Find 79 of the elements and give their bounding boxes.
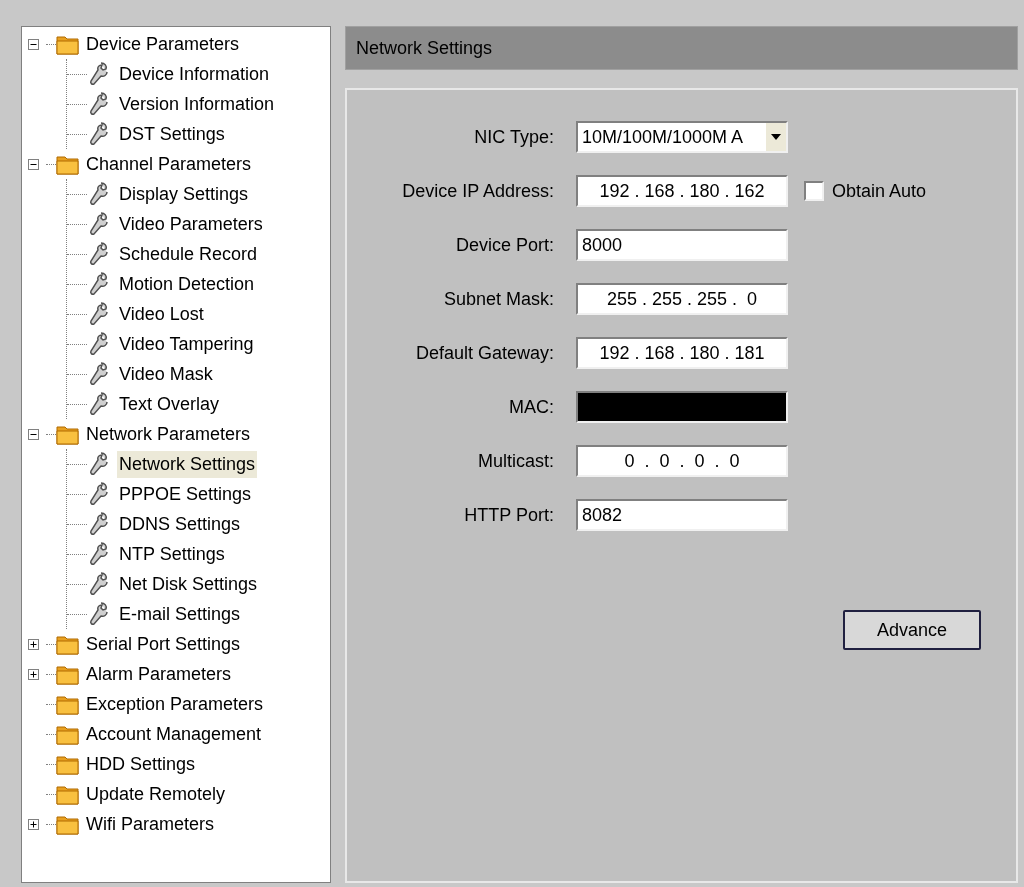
folder-icon [56, 783, 80, 805]
input-field[interactable]: 8082 [576, 499, 788, 531]
input-field[interactable]: 8000 [576, 229, 788, 261]
tree-item[interactable]: NTP Settings [117, 540, 227, 568]
wrench-icon [87, 62, 109, 86]
field-label: HTTP Port: [463, 503, 554, 527]
folder-icon [56, 693, 80, 715]
tree-folder[interactable]: Device Parameters [86, 30, 240, 58]
wrench-icon [87, 182, 109, 206]
collapse-toggle[interactable] [28, 38, 39, 50]
field-label: NIC Type: [473, 125, 554, 149]
wrench-icon [87, 212, 109, 236]
tree-item[interactable]: Video Mask [117, 360, 215, 388]
ip-address-field[interactable]: 0 . 0 . 0 . 0 [576, 445, 788, 477]
wrench-icon [87, 572, 109, 596]
folder-icon [56, 723, 80, 745]
wrench-icon [87, 92, 109, 116]
tree-item[interactable]: DDNS Settings [117, 510, 243, 538]
tree-item[interactable]: Text Overlay [117, 390, 222, 418]
folder-icon [56, 423, 80, 445]
checkbox[interactable] [804, 181, 824, 201]
field-label: Default Gateway: [414, 341, 554, 365]
folder-icon [56, 663, 80, 685]
field-label: Device Port: [454, 233, 554, 257]
tree-item[interactable]: Device Information [117, 60, 272, 88]
tree-item[interactable]: PPPOE Settings [117, 480, 254, 508]
expand-toggle[interactable] [28, 668, 39, 680]
tree-folder[interactable]: Alarm Parameters [86, 660, 232, 688]
wrench-icon [87, 452, 109, 476]
tree-item[interactable]: Network Settings [117, 450, 258, 478]
tree-item[interactable]: Video Lost [117, 300, 206, 328]
expand-toggle[interactable] [28, 818, 39, 830]
wrench-icon [87, 362, 109, 386]
folder-icon [56, 633, 80, 655]
tree-folder[interactable]: Network Parameters [86, 420, 251, 448]
tree-item[interactable]: E-mail Settings [117, 600, 243, 628]
tree-item[interactable]: Schedule Record [117, 240, 260, 268]
collapse-toggle[interactable] [28, 158, 39, 170]
nic-type-dropdown[interactable]: 10M/100M/1000M A [576, 121, 788, 153]
wrench-icon [87, 242, 109, 266]
field-label: Device IP Address: [401, 179, 554, 203]
wrench-icon [87, 302, 109, 326]
ip-address-field[interactable]: 192 . 168 . 180 . 181 [576, 337, 788, 369]
wrench-icon [87, 392, 109, 416]
tree-item[interactable]: Motion Detection [117, 270, 257, 298]
collapse-toggle[interactable] [28, 428, 39, 440]
wrench-icon [87, 602, 109, 626]
tree-item[interactable]: Version Information [117, 90, 277, 118]
tree-folder[interactable]: HDD Settings [86, 750, 196, 778]
tree-folder[interactable]: Update Remotely [86, 780, 226, 808]
folder-icon [56, 33, 80, 55]
field-label: Subnet Mask: [442, 287, 554, 311]
field-label: MAC: [508, 395, 554, 419]
folder-icon [56, 753, 80, 775]
wrench-icon [87, 272, 109, 296]
wrench-icon [87, 332, 109, 356]
wrench-icon [87, 482, 109, 506]
ip-address-field[interactable]: 255 . 255 . 255 . 0 [576, 283, 788, 315]
folder-icon [56, 813, 80, 835]
wrench-icon [87, 542, 109, 566]
tree-item[interactable]: DST Settings [117, 120, 227, 148]
wrench-icon [87, 512, 109, 536]
field-label: Multicast: [476, 449, 554, 473]
tree-item[interactable]: Video Tampering [117, 330, 256, 358]
tree-folder[interactable]: Account Management [86, 720, 262, 748]
checkbox-label: Obtain Auto [832, 179, 927, 203]
advance-button[interactable]: Advance [843, 610, 981, 650]
tree-item[interactable]: Net Disk Settings [117, 570, 260, 598]
tree-item[interactable]: Display Settings [117, 180, 251, 208]
tree-item[interactable]: Video Parameters [117, 210, 265, 238]
expand-toggle[interactable] [28, 638, 39, 650]
wrench-icon [87, 122, 109, 146]
ip-address-field[interactable]: 192 . 168 . 180 . 162 [576, 175, 788, 207]
tree-folder[interactable]: Channel Parameters [86, 150, 252, 178]
tree-folder[interactable]: Wifi Parameters [86, 810, 215, 838]
panel-header: Network Settings [345, 26, 1018, 70]
tree-folder[interactable]: Exception Parameters [86, 690, 264, 718]
tree-folder[interactable]: Serial Port Settings [86, 630, 241, 658]
folder-icon [56, 153, 80, 175]
